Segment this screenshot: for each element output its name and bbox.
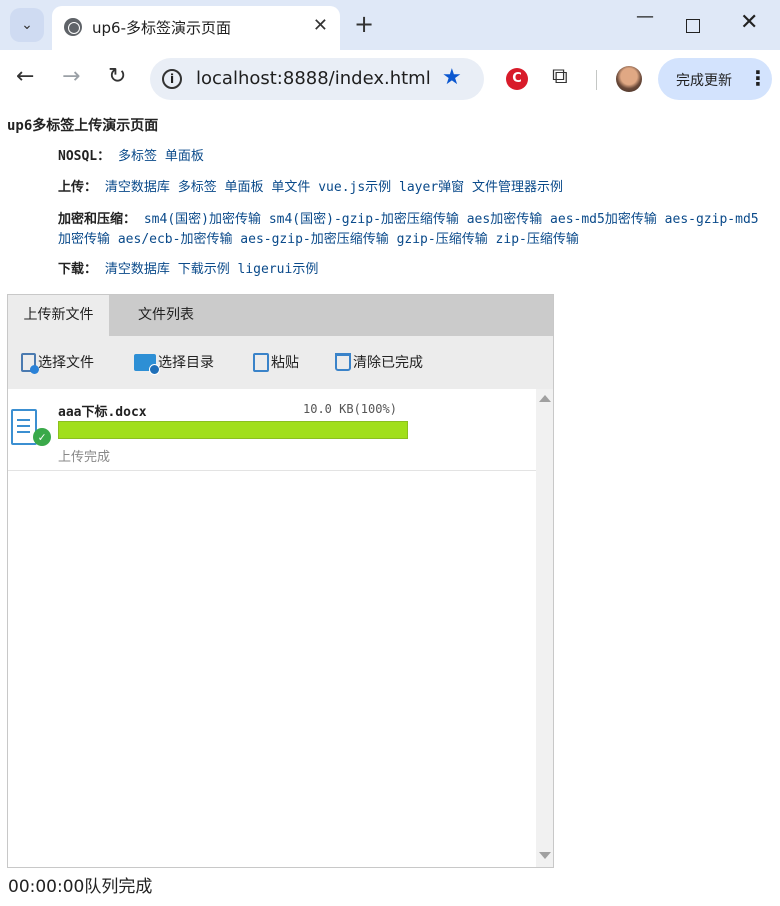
back-button[interactable]: ← — [16, 64, 34, 89]
browser-tab[interactable]: up6-多标签演示页面 ✕ — [52, 6, 340, 50]
crypto-link-aes-ecb[interactable]: aes/ecb-加密传输 — [118, 232, 233, 247]
nosql-link-single-panel[interactable]: 单面板 — [165, 149, 204, 164]
scroll-down-icon[interactable] — [539, 852, 551, 859]
maximize-button[interactable] — [686, 19, 700, 33]
globe-icon — [64, 18, 82, 36]
scrollbar[interactable] — [536, 389, 553, 867]
nosql-label: NOSQL： — [58, 149, 111, 164]
tab-strip: ⌄ up6-多标签演示页面 ✕ + — ✕ — [0, 0, 780, 50]
tab-search-button[interactable]: ⌄ — [10, 8, 44, 42]
select-dir-label: 选择目录 — [158, 355, 214, 371]
progress-bar — [58, 421, 408, 439]
more-menu-icon[interactable]: ⋮ — [748, 66, 768, 90]
upload-link-single-panel[interactable]: 单面板 — [225, 180, 264, 195]
scroll-up-icon[interactable] — [539, 395, 551, 402]
nosql-link-multitab[interactable]: 多标签 — [118, 149, 157, 164]
paste-icon — [253, 352, 269, 372]
site-info-icon[interactable]: i — [162, 69, 182, 89]
address-bar[interactable]: i localhost:8888/index.html ★ — [150, 58, 484, 100]
upload-label: 上传： — [58, 180, 98, 195]
crypto-link-aes[interactable]: aes加密传输 — [467, 212, 542, 227]
tab-file-list[interactable]: 文件列表 — [116, 295, 216, 336]
crypto-link-gzip[interactable]: gzip-压缩传输 — [397, 232, 488, 247]
select-file-label: 选择文件 — [38, 355, 94, 371]
nosql-row: NOSQL： 多标签 单面板 — [58, 147, 768, 167]
trash-icon — [335, 353, 351, 371]
update-label: 完成更新 — [676, 73, 732, 89]
download-label: 下载： — [58, 262, 98, 277]
crypto-label: 加密和压缩： — [58, 212, 137, 227]
download-link-example[interactable]: 下载示例 — [178, 262, 230, 277]
folder-add-icon — [134, 353, 160, 375]
upload-link-multitab[interactable]: 多标签 — [178, 180, 217, 195]
new-tab-button[interactable]: + — [354, 10, 374, 38]
crypto-row: 加密和压缩： sm4(国密)加密传输 sm4(国密)-gzip-加密压缩传输 a… — [58, 210, 768, 250]
crypto-link-zip[interactable]: zip-压缩传输 — [496, 232, 579, 247]
file-size: 10.0 KB(100%) — [303, 402, 397, 416]
clear-done-label: 清除已完成 — [353, 355, 423, 371]
download-link-ligerui[interactable]: ligerui示例 — [238, 262, 319, 277]
extensions-puzzle-icon[interactable]: ⧉ — [552, 64, 568, 89]
toolbar-divider — [596, 70, 597, 90]
select-file-button[interactable]: 选择文件 — [21, 352, 94, 374]
url-text[interactable]: localhost:8888/index.html — [196, 68, 431, 89]
bookmark-star-icon[interactable]: ★ — [442, 65, 462, 90]
list-item[interactable]: ✓ aaa下标.docx 10.0 KB(100%) 上传完成 — [8, 389, 536, 471]
update-button[interactable]: 完成更新 ⋮ — [658, 58, 772, 100]
tab-title: up6-多标签演示页面 — [92, 19, 231, 37]
browser-chrome: ⌄ up6-多标签演示页面 ✕ + — ✕ ← → ↻ i localhost:… — [0, 0, 780, 108]
upload-link-single-file[interactable]: 单文件 — [271, 180, 310, 195]
upload-row: 上传： 清空数据库 多标签 单面板 单文件 vue.js示例 layer弹窗 文… — [58, 178, 768, 198]
page-content: up6多标签上传演示页面 NOSQL： 多标签 单面板 上传： 清空数据库 多标… — [0, 108, 780, 906]
extension-icon[interactable]: C — [506, 68, 528, 90]
upload-link-layer[interactable]: layer弹窗 — [399, 180, 464, 195]
crypto-link-aes-gzip[interactable]: aes-gzip-加密压缩传输 — [240, 232, 388, 247]
select-dir-button[interactable]: 选择目录 — [134, 352, 214, 375]
download-link-clear-db[interactable]: 清空数据库 — [105, 262, 170, 277]
progress-fill — [59, 422, 407, 438]
chevron-down-icon: ⌄ — [21, 17, 33, 33]
reload-button[interactable]: ↻ — [108, 64, 126, 89]
check-icon: ✓ — [33, 428, 51, 446]
uploader-toolbar: 选择文件 选择目录 粘贴 清除已完成 — [8, 336, 553, 389]
browser-toolbar: ← → ↻ i localhost:8888/index.html ★ C ⧉ … — [0, 50, 780, 108]
upload-link-file-manager[interactable]: 文件管理器示例 — [472, 180, 563, 195]
crypto-link-aes-md5[interactable]: aes-md5加密传输 — [550, 212, 657, 227]
uploader-tabbar: 上传新文件 文件列表 — [8, 295, 553, 336]
file-name: aaa下标.docx — [58, 405, 147, 420]
close-tab-icon[interactable]: ✕ — [313, 15, 328, 36]
page-title: up6多标签上传演示页面 — [7, 118, 159, 134]
tab-upload-new[interactable]: 上传新文件 — [8, 295, 109, 336]
upload-link-vue[interactable]: vue.js示例 — [318, 180, 391, 195]
crypto-link-sm4-gzip[interactable]: sm4(国密)-gzip-加密压缩传输 — [269, 212, 459, 227]
upload-link-clear-db[interactable]: 清空数据库 — [105, 180, 170, 195]
queue-status: 00:00:00队列完成 — [8, 877, 153, 897]
paste-label: 粘贴 — [271, 355, 299, 371]
crypto-link-sm4[interactable]: sm4(国密)加密传输 — [144, 212, 261, 227]
minimize-button[interactable]: — — [636, 6, 654, 27]
uploader-panel: 上传新文件 文件列表 选择文件 选择目录 粘贴 清除已完成 ✓ aaa下标.do… — [7, 294, 554, 868]
profile-avatar[interactable] — [616, 66, 642, 92]
file-add-icon — [21, 352, 39, 374]
file-list: ✓ aaa下标.docx 10.0 KB(100%) 上传完成 — [8, 389, 536, 867]
forward-button[interactable]: → — [62, 64, 80, 89]
file-status: 上传完成 — [58, 450, 111, 465]
download-row: 下载： 清空数据库 下载示例 ligerui示例 — [58, 260, 768, 280]
window-close-button[interactable]: ✕ — [740, 10, 758, 35]
clear-done-button[interactable]: 清除已完成 — [335, 352, 423, 372]
paste-button[interactable]: 粘贴 — [253, 352, 299, 372]
